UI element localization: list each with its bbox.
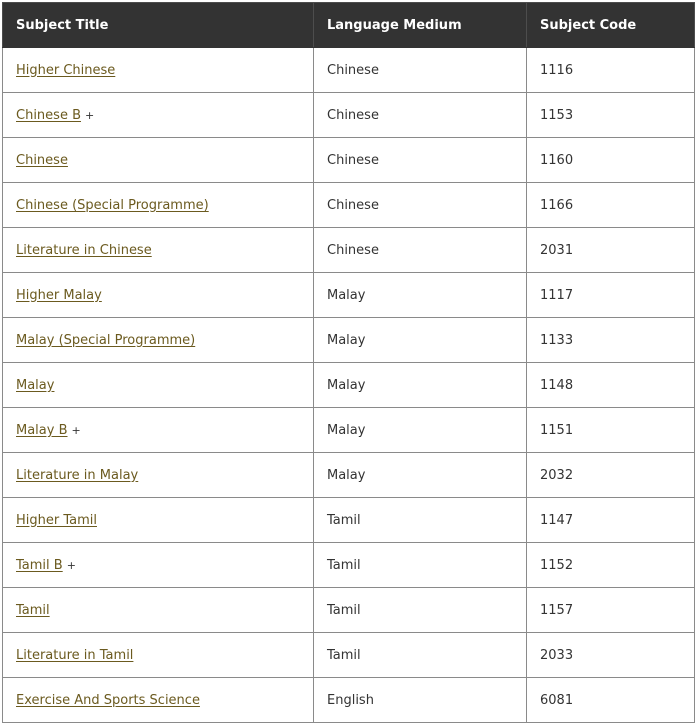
- subject-code-cell: 1151: [526, 407, 695, 453]
- table-row: Literature in Malay Malay 2032: [2, 452, 695, 498]
- table-row: Exercise And Sports Science English 6081: [2, 677, 695, 723]
- table-row: Tamil B + Tamil 1152: [2, 542, 695, 588]
- subject-title-cell: Literature in Malay: [2, 452, 314, 498]
- table-row: Chinese B + Chinese 1153: [2, 92, 695, 138]
- table-row: Chinese Chinese 1160: [2, 137, 695, 183]
- language-medium-cell: Malay: [313, 272, 527, 318]
- language-medium-cell: Malay: [313, 317, 527, 363]
- subject-title-link[interactable]: Higher Tamil: [16, 513, 97, 528]
- subject-title-cell: Chinese B +: [2, 92, 314, 138]
- subject-code-cell: 2031: [526, 227, 695, 273]
- table-row: Tamil Tamil 1157: [2, 587, 695, 633]
- language-medium-cell: Malay: [313, 452, 527, 498]
- subject-title-link[interactable]: Literature in Chinese: [16, 243, 152, 258]
- table-row: Literature in Tamil Tamil 2033: [2, 632, 695, 678]
- header-subject-title: Subject Title: [2, 2, 314, 48]
- subject-title-link[interactable]: Malay: [16, 378, 54, 393]
- header-row: Subject Title Language Medium Subject Co…: [2, 2, 695, 48]
- subjects-table-container: Subject Title Language Medium Subject Co…: [2, 2, 695, 723]
- subject-code-cell: 1148: [526, 362, 695, 408]
- plus-marker: +: [71, 423, 81, 437]
- subject-title-cell: Higher Chinese: [2, 47, 314, 93]
- subject-title-cell: Chinese: [2, 137, 314, 183]
- subject-title-link[interactable]: Exercise And Sports Science: [16, 693, 200, 708]
- language-medium-cell: Tamil: [313, 542, 527, 588]
- table-body: Higher Chinese Chinese 1116 Chinese B + Chine…: [2, 47, 695, 723]
- language-medium-cell: Chinese: [313, 47, 527, 93]
- table-row: Higher Chinese Chinese 1116: [2, 47, 695, 93]
- subject-title-link[interactable]: Higher Malay: [16, 288, 102, 303]
- subject-code-cell: 6081: [526, 677, 695, 723]
- table-row: Malay Malay 1148: [2, 362, 695, 408]
- language-medium-cell: Malay: [313, 407, 527, 453]
- header-language-medium: Language Medium: [313, 2, 527, 48]
- subject-title-link[interactable]: Chinese: [16, 153, 68, 168]
- subject-title-cell: Exercise And Sports Science: [2, 677, 314, 723]
- subject-code-cell: 1160: [526, 137, 695, 183]
- subject-title-cell: Higher Malay: [2, 272, 314, 318]
- subject-code-cell: 1117: [526, 272, 695, 318]
- subject-title-cell: Malay (Special Programme): [2, 317, 314, 363]
- subject-code-cell: 2032: [526, 452, 695, 498]
- subject-title-cell: Chinese (Special Programme): [2, 182, 314, 228]
- table-row: Higher Tamil Tamil 1147: [2, 497, 695, 543]
- language-medium-cell: Malay: [313, 362, 527, 408]
- subject-title-cell: Literature in Tamil: [2, 632, 314, 678]
- subject-title-cell: Tamil: [2, 587, 314, 633]
- language-medium-cell: Tamil: [313, 497, 527, 543]
- subjects-table: Subject Title Language Medium Subject Co…: [2, 2, 695, 723]
- subject-title-link[interactable]: Chinese (Special Programme): [16, 198, 209, 213]
- table-row: Malay B + Malay 1151: [2, 407, 695, 453]
- table-row: Higher Malay Malay 1117: [2, 272, 695, 318]
- subject-title-cell: Malay: [2, 362, 314, 408]
- subject-code-cell: 1147: [526, 497, 695, 543]
- language-medium-cell: English: [313, 677, 527, 723]
- table-header: Subject Title Language Medium Subject Co…: [2, 2, 695, 48]
- plus-marker: +: [66, 558, 76, 572]
- subject-title-cell: Malay B +: [2, 407, 314, 453]
- subject-title-link[interactable]: Higher Chinese: [16, 63, 115, 78]
- subject-title-link[interactable]: Malay B: [16, 423, 68, 438]
- subject-title-cell: Literature in Chinese: [2, 227, 314, 273]
- plus-marker: +: [85, 108, 95, 122]
- subject-code-cell: 1152: [526, 542, 695, 588]
- subject-code-cell: 1153: [526, 92, 695, 138]
- language-medium-cell: Chinese: [313, 182, 527, 228]
- subject-title-link[interactable]: Tamil B: [16, 558, 63, 573]
- table-row: Literature in Chinese Chinese 2031: [2, 227, 695, 273]
- subject-title-link[interactable]: Malay (Special Programme): [16, 333, 195, 348]
- subject-title-link[interactable]: Tamil: [16, 603, 50, 618]
- subject-code-cell: 2033: [526, 632, 695, 678]
- subject-code-cell: 1166: [526, 182, 695, 228]
- subject-title-cell: Higher Tamil: [2, 497, 314, 543]
- language-medium-cell: Tamil: [313, 632, 527, 678]
- subject-title-cell: Tamil B +: [2, 542, 314, 588]
- language-medium-cell: Chinese: [313, 92, 527, 138]
- subject-title-link[interactable]: Chinese B: [16, 108, 81, 123]
- subject-title-link[interactable]: Literature in Malay: [16, 468, 138, 483]
- subject-code-cell: 1116: [526, 47, 695, 93]
- language-medium-cell: Chinese: [313, 227, 527, 273]
- language-medium-cell: Tamil: [313, 587, 527, 633]
- table-row: Malay (Special Programme) Malay 1133: [2, 317, 695, 363]
- header-subject-code: Subject Code: [526, 2, 695, 48]
- subject-title-link[interactable]: Literature in Tamil: [16, 648, 133, 663]
- subject-code-cell: 1157: [526, 587, 695, 633]
- table-row: Chinese (Special Programme) Chinese 1166: [2, 182, 695, 228]
- subject-code-cell: 1133: [526, 317, 695, 363]
- language-medium-cell: Chinese: [313, 137, 527, 183]
